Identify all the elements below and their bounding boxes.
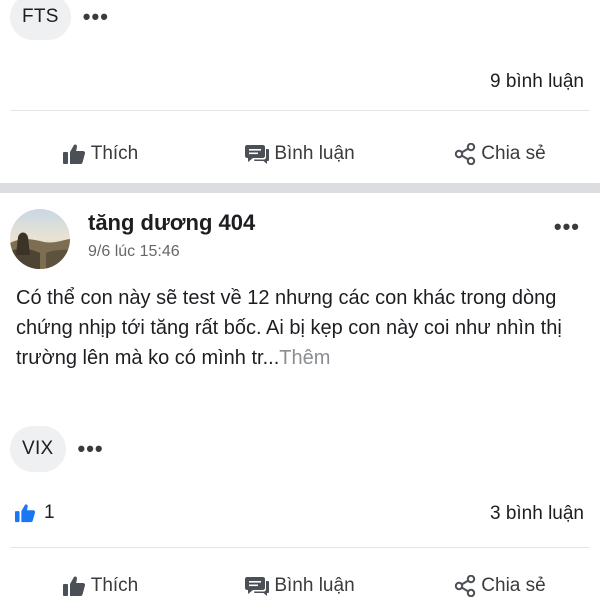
comment-label: Bình luận (274, 143, 355, 164)
like-label: Thích (90, 575, 139, 596)
ticker-more-button[interactable]: ••• (83, 6, 109, 28)
top-post-ticker-row: FTS ••• (10, 0, 109, 40)
post-options-button[interactable]: ••• (554, 214, 580, 240)
thumbs-up-icon (62, 576, 85, 596)
post-action-bar: Thích Bình luận Chia sẻ (0, 566, 600, 600)
feed: FTS ••• 9 bình luận Thích Bình luận Chia… (0, 0, 600, 600)
post-separator (0, 183, 600, 193)
speech-bubble-icon (245, 145, 270, 164)
share-label: Chia sẻ (481, 575, 546, 596)
divider (10, 547, 590, 548)
post-ticker-row: VIX ••• (10, 426, 104, 472)
comment-label: Bình luận (274, 575, 355, 596)
ticker-more-button[interactable]: ••• (78, 438, 104, 460)
top-post-action-bar: Thích Bình luận Chia sẻ (0, 134, 600, 174)
share-label: Chia sẻ (481, 143, 546, 164)
like-reaction-icon (15, 504, 36, 523)
ticker-tag-vix[interactable]: VIX (10, 426, 66, 472)
share-icon (455, 143, 476, 165)
like-button[interactable]: Thích (0, 575, 200, 597)
thumbs-up-icon (62, 144, 85, 164)
like-label: Thích (90, 143, 139, 164)
like-count: 1 (44, 502, 55, 523)
post-body: Có thể con này sẽ test về 12 nhưng các c… (16, 283, 586, 373)
like-button[interactable]: Thích (0, 143, 200, 165)
post-comment-count[interactable]: 3 bình luận (490, 503, 584, 525)
see-more-link[interactable]: Thêm (279, 347, 330, 369)
author-avatar[interactable] (10, 209, 70, 269)
share-button[interactable]: Chia sẻ (400, 143, 600, 165)
speech-bubble-icon (245, 577, 270, 596)
post-author-name[interactable]: tăng dương 404 (88, 210, 255, 236)
reaction-summary[interactable]: 1 (14, 502, 55, 524)
share-icon (455, 575, 476, 597)
top-post-comment-count[interactable]: 9 bình luận (490, 71, 584, 93)
post-timestamp[interactable]: 9/6 lúc 15:46 (88, 243, 180, 261)
comment-button[interactable]: Bình luận (200, 143, 400, 165)
divider (10, 110, 590, 111)
ticker-tag-fts[interactable]: FTS (10, 0, 71, 40)
avatar-image (10, 209, 70, 269)
share-button[interactable]: Chia sẻ (400, 575, 600, 597)
comment-button[interactable]: Bình luận (200, 575, 400, 597)
